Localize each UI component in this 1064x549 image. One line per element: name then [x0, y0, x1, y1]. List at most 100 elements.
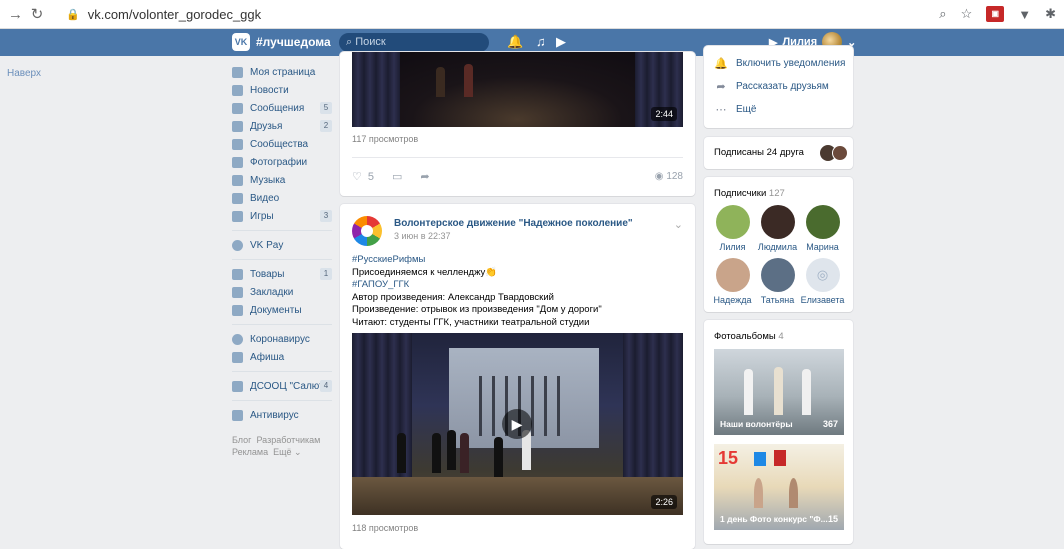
person — [789, 478, 798, 508]
follower[interactable]: Марина — [800, 205, 845, 252]
messages-count: 5 — [320, 102, 332, 114]
video-icon — [232, 192, 243, 204]
performer — [432, 433, 441, 473]
flag-icon — [754, 452, 766, 466]
zoom-icon[interactable]: ⌕ — [939, 6, 946, 22]
news-icon — [232, 84, 243, 96]
extension-icon[interactable]: ▣ — [986, 6, 1005, 22]
home-icon — [232, 66, 243, 78]
menu-item-coronavirus[interactable]: Коронавирус — [232, 330, 332, 348]
album-cover[interactable]: 15 1 день Фото конкурс "Ф... 15 — [714, 444, 844, 530]
vkpay-icon — [232, 239, 243, 251]
albums-header[interactable]: Фотоальбомы 4 — [704, 320, 853, 342]
search-icon: ⌕ — [346, 36, 353, 48]
post-line: Произведение: отрывок из произведения "Д… — [352, 304, 602, 315]
extension-shield-icon[interactable]: ▼ — [1018, 7, 1031, 22]
footer-ads-link[interactable]: Реклама — [232, 447, 268, 457]
menu-item-antivirus[interactable]: Антивирус — [232, 406, 332, 424]
avatar — [760, 258, 795, 292]
bag-icon — [232, 268, 243, 280]
star-icon — [232, 286, 243, 298]
video-views: 117 просмотров — [352, 134, 419, 144]
album-cover[interactable]: Наши волонтёры 367 — [714, 349, 844, 435]
post-card: 2:44 117 просмотров ♡ 5 ▭ ➦ ◉ 128 — [340, 52, 695, 196]
menu-item-messages[interactable]: Сообщения 5 — [232, 99, 332, 117]
share-friends-button[interactable]: ➦ Рассказать друзьям — [704, 75, 853, 98]
stage-curtain — [352, 52, 400, 127]
follower[interactable]: ◎ Елизавета — [800, 258, 845, 305]
hashtag-link[interactable]: #РусскиеРифмы — [352, 254, 682, 267]
menu-item-group-salut[interactable]: ДСООЦ "Салют" 4 — [232, 377, 332, 395]
performer — [494, 437, 503, 477]
menu-divider — [232, 259, 332, 260]
share-icon: ➦ — [716, 81, 726, 93]
post-author[interactable]: Волонтерское движение "Надежное поколени… — [394, 218, 633, 229]
extensions-puzzle-icon[interactable]: ✱ — [1045, 6, 1056, 22]
avatar — [805, 205, 840, 239]
followers-grid: Лилия Людмила Марина Надежда Татьяна ◎ Ел… — [704, 199, 853, 311]
bookmark-star-icon[interactable]: ☆ — [961, 6, 973, 22]
hashtag-link[interactable]: #ГАПОУ_ГГК — [352, 279, 682, 292]
friends-subscribed-panel[interactable]: Подписаны 24 друга — [704, 137, 853, 169]
left-menu: Моя страница Новости Сообщения 5 Друзья 2 … — [232, 63, 332, 458]
notify-button[interactable]: 🔔 Включить уведомления — [704, 52, 853, 75]
more-button[interactable]: ⋯ Ещё — [704, 98, 853, 121]
follower[interactable]: Лилия — [710, 205, 755, 252]
follower[interactable]: Людмила — [755, 205, 800, 252]
menu-item-bookmarks[interactable]: Закладки — [232, 283, 332, 301]
video-duration: 2:44 — [651, 107, 677, 121]
search-input[interactable]: ⌕ Поиск — [339, 33, 489, 52]
footer-dev-link[interactable]: Разработчикам — [256, 435, 320, 445]
footer-blog-link[interactable]: Блог — [232, 435, 251, 445]
afisha-icon — [232, 351, 243, 363]
menu-item-games[interactable]: Игры 3 — [232, 207, 332, 225]
subscribed-friends-label: Подписаны 24 друга — [714, 147, 804, 158]
menu-item-goods[interactable]: Товары 1 — [232, 265, 332, 283]
avatar — [760, 205, 795, 239]
menu-item-friends[interactable]: Друзья 2 — [232, 117, 332, 135]
post-text: #РусскиеРифмы Присоединяемся к челленджу… — [352, 254, 682, 329]
album-count: 15 — [827, 514, 838, 524]
lock-icon[interactable]: 🔒 — [66, 8, 80, 21]
reload-icon[interactable]: ↻ — [30, 5, 44, 23]
chevron-down-icon[interactable]: ⌄ — [674, 218, 683, 231]
comment-button[interactable]: ▭ — [392, 170, 402, 183]
vk-logo[interactable]: VK #лучшедома — [232, 33, 331, 51]
footer-more-link[interactable]: Ещё ⌄ — [273, 447, 301, 457]
eye-icon: ◉ — [654, 171, 664, 182]
share-icon: ➦ — [420, 171, 430, 183]
video-thumbnail[interactable]: 2:44 — [352, 52, 683, 127]
scroll-up-link[interactable]: Наверх — [7, 68, 41, 79]
music-icon[interactable]: ♫ — [536, 34, 546, 49]
menu-item-video[interactable]: Видео — [232, 189, 332, 207]
play-icon[interactable]: ▶ — [502, 409, 532, 439]
album-title: Наши волонтёры — [720, 419, 793, 429]
menu-item-music[interactable]: Музыка — [232, 171, 332, 189]
follower[interactable]: Надежда — [710, 258, 755, 305]
group-avatar[interactable] — [352, 216, 382, 246]
post-date[interactable]: 3 июн в 22:37 — [394, 231, 451, 241]
menu-item-vkpay[interactable]: VK Pay — [232, 236, 332, 254]
menu-divider — [232, 324, 332, 325]
follower[interactable]: Татьяна — [755, 258, 800, 305]
menu-item-communities[interactable]: Сообщества — [232, 135, 332, 153]
menu-item-afisha[interactable]: Афиша — [232, 348, 332, 366]
like-button[interactable]: ♡ 5 — [352, 170, 374, 184]
volunteer — [802, 369, 811, 415]
menu-item-news[interactable]: Новости — [232, 81, 332, 99]
share-button[interactable]: ➦ — [420, 170, 429, 183]
address-bar[interactable]: vk.com/volonter_gorodec_ggk — [88, 7, 261, 22]
menu-item-photos[interactable]: Фотографии — [232, 153, 332, 171]
album-number-decoration: 15 — [718, 448, 739, 468]
video-thumbnail[interactable]: ▶ 2:26 — [352, 333, 683, 515]
avatar — [715, 258, 750, 292]
menu-item-my-page[interactable]: Моя страница — [232, 63, 332, 81]
group-actions-panel: 🔔 Включить уведомления ➦ Рассказать друзья… — [704, 46, 853, 128]
logo-hashtag: #лучшедома — [256, 35, 331, 49]
albums-panel: Фотоальбомы 4 Наши волонтёры 367 15 1 де… — [704, 320, 853, 544]
player-icon[interactable]: ▶ — [556, 34, 566, 50]
followers-header[interactable]: Подписчики 127 — [704, 177, 853, 199]
bell-icon[interactable]: 🔔 — [507, 34, 523, 50]
forward-icon[interactable]: → — [8, 6, 23, 23]
menu-item-documents[interactable]: Документы — [232, 301, 332, 319]
